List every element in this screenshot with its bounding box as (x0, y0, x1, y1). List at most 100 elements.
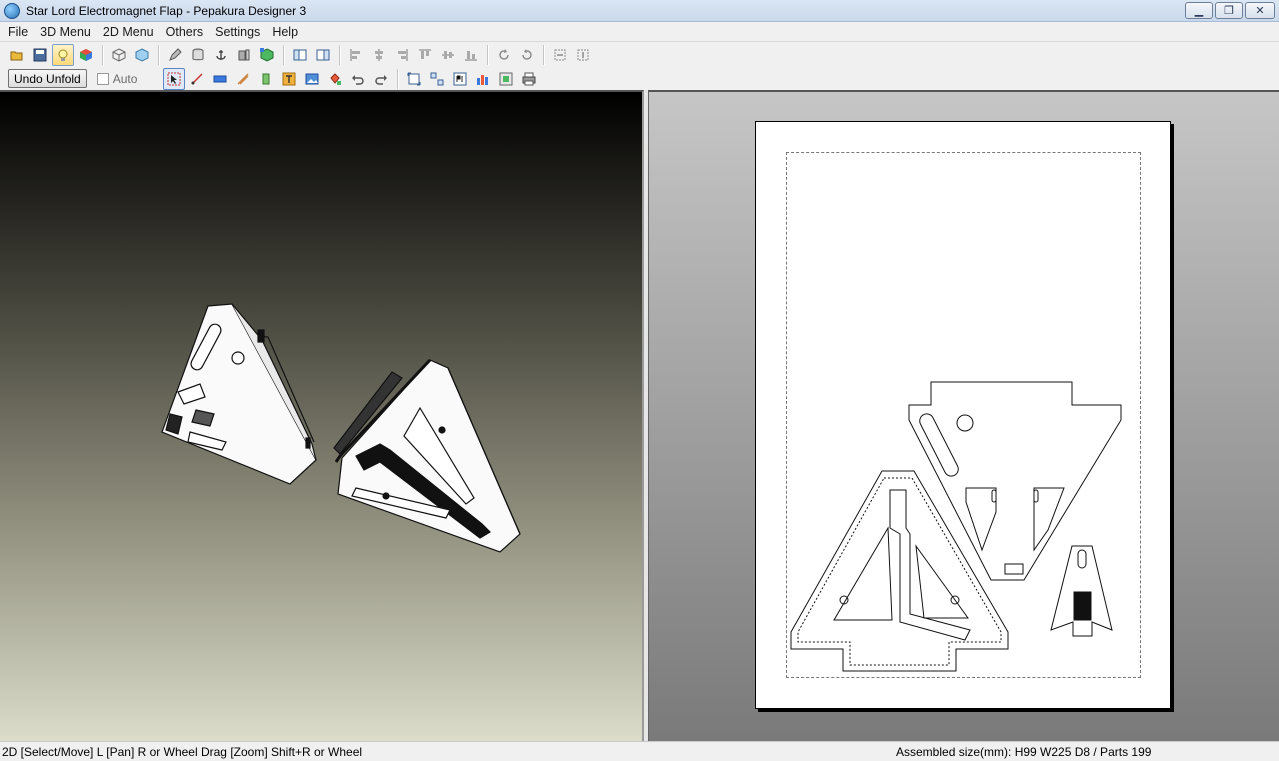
part-view-button[interactable] (233, 44, 255, 66)
page-number-button[interactable] (449, 68, 471, 90)
align-middle-icon (442, 51, 454, 59)
toolbar-separator (102, 45, 104, 65)
minimize-button[interactable]: ▁ (1185, 2, 1213, 19)
flip-button[interactable] (256, 44, 278, 66)
toolbar-separator (339, 45, 341, 65)
color-view-button[interactable] (75, 44, 97, 66)
menu-file[interactable]: File (2, 25, 34, 39)
light-bulb-icon (58, 49, 68, 61)
menu-2d[interactable]: 2D Menu (97, 25, 160, 39)
text-tool-button[interactable] (278, 68, 300, 90)
rotate-90-cw-icon (522, 49, 532, 60)
rotate-ccw-button[interactable] (493, 44, 515, 66)
export-button[interactable] (495, 68, 517, 90)
status-hint: 2D [Select/Move] L [Pan] R or Wheel Drag… (2, 744, 363, 759)
undo-icon (352, 74, 365, 85)
unfold-toolbar: Undo Unfold Auto (0, 67, 1279, 91)
save-button[interactable] (29, 44, 51, 66)
text-tool-icon (282, 72, 296, 85)
undo-unfold-button[interactable]: Undo Unfold (8, 69, 87, 88)
image-tool-button[interactable] (301, 68, 323, 90)
menu-others[interactable]: Others (160, 25, 210, 39)
menu-bar: File 3D Menu 2D Menu Others Settings Hel… (0, 22, 1279, 42)
open-button[interactable] (6, 44, 28, 66)
left-flap-3d (161, 303, 317, 485)
align-right-button[interactable] (391, 44, 413, 66)
ruler-tool-button[interactable] (209, 68, 231, 90)
restore-button[interactable]: ❐ (1215, 2, 1243, 19)
print-icon (522, 72, 536, 85)
glue-tab-button[interactable] (255, 68, 277, 90)
part-view-icon (238, 49, 250, 61)
align-bottom-icon (465, 51, 477, 61)
paint-tool-button[interactable] (324, 68, 346, 90)
menu-help[interactable]: Help (266, 25, 304, 39)
edit-button[interactable] (164, 44, 186, 66)
fit-vertical-button[interactable] (572, 44, 594, 66)
align-middle-button[interactable] (437, 44, 459, 66)
texture-button[interactable] (131, 44, 153, 66)
cylinder-button[interactable] (187, 44, 209, 66)
pencil-edit-icon (169, 48, 182, 61)
fit-horizontal-button[interactable] (549, 44, 571, 66)
dual-pane-icon (316, 49, 330, 61)
auto-label: Auto (112, 71, 138, 86)
menu-settings[interactable]: Settings (209, 25, 266, 39)
save-icon (33, 48, 47, 62)
unfolded-part-2 (790, 470, 1009, 672)
align-center-icon (375, 49, 383, 61)
align-right-icon (398, 49, 408, 61)
flip-cube-icon (260, 48, 274, 62)
restore-icon: ❐ (1224, 4, 1234, 17)
cylinder-icon (192, 48, 204, 61)
window-title: Star Lord Electromagnet Flap - Pepakura … (26, 3, 307, 18)
rotate-90-ccw-icon (499, 49, 509, 60)
textured-cube-icon (135, 48, 149, 62)
redo-button[interactable] (370, 68, 392, 90)
assembled-size: Assembled size(mm): H99 W225 D8 / Parts … (896, 744, 1152, 759)
edge-tool-button[interactable] (186, 68, 208, 90)
toolbar-separator (397, 68, 400, 89)
wireframe-cube-icon (112, 48, 126, 62)
unfolded-part-3 (1050, 545, 1113, 637)
flap-tool-button[interactable] (232, 68, 254, 90)
layout-button[interactable] (472, 68, 494, 90)
close-button[interactable]: ✕ (1245, 2, 1275, 19)
fit-vertical-icon (577, 49, 589, 61)
redo-icon (375, 74, 388, 85)
window-controls: ▁ ❐ ✕ (1185, 2, 1275, 19)
select-tool-button[interactable] (163, 67, 186, 90)
3d-view-pane[interactable] (0, 90, 644, 741)
right-flap-3d (333, 358, 521, 553)
single-pane-icon (293, 49, 307, 61)
single-pane-button[interactable] (289, 44, 311, 66)
align-left-button[interactable] (345, 44, 367, 66)
export-icon (499, 72, 513, 85)
arrange-button[interactable] (426, 68, 448, 90)
undo-button[interactable] (347, 68, 369, 90)
auto-checkbox-wrap[interactable]: Auto (96, 71, 138, 86)
open-file-icon (10, 51, 23, 61)
rotate-cw-button[interactable] (516, 44, 538, 66)
status-bar: 2D [Select/Move] L [Pan] R or Wheel Drag… (0, 741, 1279, 761)
lighting-button[interactable] (52, 44, 74, 66)
align-bottom-button[interactable] (460, 44, 482, 66)
align-center-button[interactable] (368, 44, 390, 66)
toolbar-separator (158, 45, 160, 65)
fit-page-button[interactable] (403, 68, 425, 90)
main-toolbar (0, 43, 1279, 67)
ruler-icon (213, 75, 227, 82)
auto-checkbox[interactable] (96, 72, 109, 85)
align-top-button[interactable] (414, 44, 436, 66)
fit-horizontal-icon (554, 49, 566, 61)
select-arrow-icon (167, 72, 181, 85)
dual-pane-button[interactable] (312, 44, 334, 66)
glue-tab-icon (262, 73, 270, 84)
print-button[interactable] (518, 68, 540, 90)
menu-3d[interactable]: 3D Menu (34, 25, 97, 39)
anchor-button[interactable] (210, 44, 232, 66)
flap-edit-icon (237, 72, 249, 85)
2d-view-pane[interactable] (648, 90, 1279, 741)
edge-tool-icon (191, 72, 203, 85)
wireframe-button[interactable] (108, 44, 130, 66)
